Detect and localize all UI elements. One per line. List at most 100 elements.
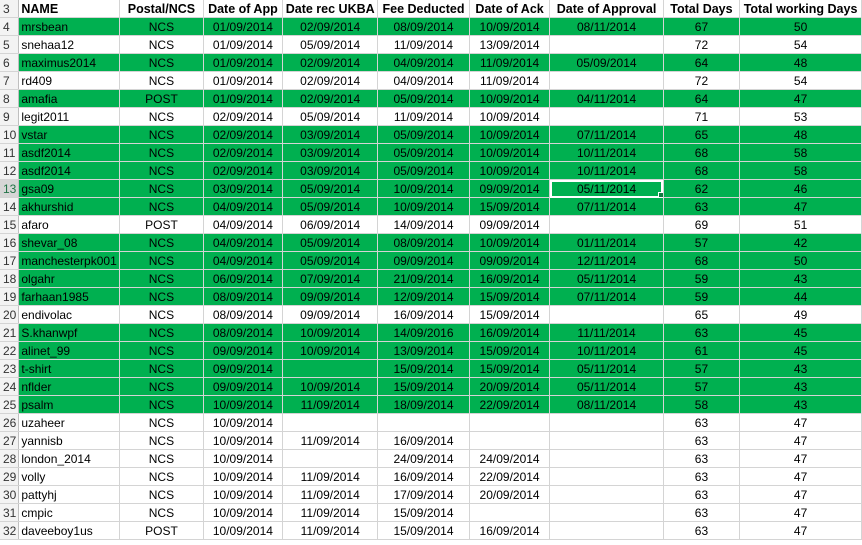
cell-date-of-approval[interactable]: 10/11/2014 [549, 341, 664, 360]
cell-postal[interactable]: NCS [119, 323, 204, 342]
cell-date-of-approval[interactable]: 07/11/2014 [549, 287, 664, 306]
cell-date-of-approval[interactable]: 05/11/2014 [549, 269, 664, 288]
cell-name[interactable]: alinet_99 [18, 341, 121, 360]
cell-date-of-approval[interactable] [549, 71, 664, 90]
cell-total-working-days[interactable]: 46 [739, 179, 862, 198]
cell-postal[interactable]: POST [119, 215, 204, 234]
cell-total-working-days[interactable]: 43 [739, 269, 862, 288]
cell-fee-deducted[interactable]: 15/09/2014 [377, 359, 470, 378]
cell-date-rec-ukba[interactable]: 05/09/2014 [282, 179, 379, 198]
cell-date-of-approval[interactable]: 10/11/2014 [549, 161, 664, 180]
cell-postal[interactable]: NCS [119, 413, 204, 432]
cell-total-days[interactable]: 63 [663, 503, 741, 522]
row-number[interactable]: 32 [0, 521, 20, 540]
cell-date-of-app[interactable]: 09/09/2014 [203, 377, 284, 396]
cell-total-days[interactable]: 68 [663, 161, 741, 180]
cell-date-rec-ukba[interactable]: 11/09/2014 [282, 485, 379, 504]
cell-total-working-days[interactable]: 54 [739, 71, 862, 90]
cell-fee-deducted[interactable]: 12/09/2014 [377, 287, 470, 306]
cell-name[interactable]: S.khanwpf [18, 323, 121, 342]
cell-name[interactable]: akhurshid [18, 197, 121, 216]
row-number[interactable]: 28 [0, 449, 20, 468]
cell-fee-deducted[interactable]: 14/09/2014 [377, 215, 470, 234]
column-header-date-of-ack[interactable]: Date of Ack [469, 0, 551, 18]
cell-date-of-app[interactable]: 04/09/2014 [203, 197, 284, 216]
row-number[interactable]: 13 [0, 179, 20, 198]
cell-date-of-ack[interactable]: 10/09/2014 [469, 17, 551, 36]
cell-name[interactable]: yannisb [18, 431, 121, 450]
cell-date-of-ack[interactable]: 15/09/2014 [469, 197, 551, 216]
row-number[interactable]: 26 [0, 413, 20, 432]
cell-date-of-ack[interactable]: 11/09/2014 [469, 53, 551, 72]
cell-total-days[interactable]: 59 [663, 269, 741, 288]
cell-name[interactable]: gsa09 [18, 179, 121, 198]
cell-date-of-app[interactable]: 04/09/2014 [203, 233, 284, 252]
cell-postal[interactable]: NCS [119, 107, 204, 126]
cell-date-of-approval[interactable]: 11/11/2014 [549, 323, 664, 342]
cell-date-of-ack[interactable]: 10/09/2014 [469, 125, 551, 144]
cell-postal[interactable]: NCS [119, 485, 204, 504]
cell-date-of-app[interactable]: 03/09/2014 [203, 179, 284, 198]
cell-date-of-ack[interactable] [469, 431, 551, 450]
cell-postal[interactable]: NCS [119, 341, 204, 360]
cell-date-of-ack[interactable] [469, 413, 551, 432]
row-number[interactable]: 6 [0, 53, 20, 72]
cell-total-working-days[interactable]: 47 [739, 89, 862, 108]
cell-postal[interactable]: NCS [119, 197, 204, 216]
cell-date-of-approval[interactable]: 07/11/2014 [549, 125, 664, 144]
column-header-total-days[interactable]: Total Days [663, 0, 741, 18]
cell-total-days[interactable]: 63 [663, 413, 741, 432]
cell-total-working-days[interactable]: 45 [739, 323, 862, 342]
active-cell[interactable]: 05/11/2014 [549, 179, 664, 198]
cell-date-of-app[interactable]: 04/09/2014 [203, 215, 284, 234]
cell-date-rec-ukba[interactable]: 05/09/2014 [282, 233, 379, 252]
row-number[interactable]: 29 [0, 467, 20, 486]
cell-date-of-ack[interactable]: 16/09/2014 [469, 269, 551, 288]
cell-date-rec-ukba[interactable]: 09/09/2014 [282, 305, 379, 324]
row-number[interactable]: 21 [0, 323, 20, 342]
cell-total-days[interactable]: 63 [663, 521, 741, 540]
cell-fee-deducted[interactable]: 16/09/2014 [377, 305, 470, 324]
cell-date-rec-ukba[interactable]: 05/09/2014 [282, 35, 379, 54]
cell-date-of-approval[interactable] [549, 521, 664, 540]
cell-postal[interactable]: NCS [119, 377, 204, 396]
cell-total-working-days[interactable]: 42 [739, 233, 862, 252]
cell-name[interactable]: uzaheer [18, 413, 121, 432]
cell-date-rec-ukba[interactable]: 10/09/2014 [282, 341, 379, 360]
cell-postal[interactable]: NCS [119, 17, 204, 36]
cell-fee-deducted[interactable]: 05/09/2014 [377, 161, 470, 180]
cell-date-of-approval[interactable]: 05/11/2014 [549, 377, 664, 396]
cell-date-of-app[interactable]: 02/09/2014 [203, 125, 284, 144]
cell-total-working-days[interactable]: 50 [739, 17, 862, 36]
cell-date-of-app[interactable]: 01/09/2014 [203, 71, 284, 90]
cell-total-working-days[interactable]: 54 [739, 35, 862, 54]
cell-total-working-days[interactable]: 53 [739, 107, 862, 126]
cell-name[interactable]: maximus2014 [18, 53, 121, 72]
cell-date-of-approval[interactable] [549, 215, 664, 234]
cell-total-working-days[interactable]: 45 [739, 341, 862, 360]
cell-fee-deducted[interactable]: 18/09/2014 [377, 395, 470, 414]
cell-total-days[interactable]: 62 [663, 179, 741, 198]
cell-postal[interactable]: NCS [119, 125, 204, 144]
cell-total-days[interactable]: 57 [663, 359, 741, 378]
cell-name[interactable]: pattyhj [18, 485, 121, 504]
cell-fee-deducted[interactable]: 05/09/2014 [377, 125, 470, 144]
cell-name[interactable]: london_2014 [18, 449, 121, 468]
row-number[interactable]: 24 [0, 377, 20, 396]
cell-date-of-app[interactable]: 01/09/2014 [203, 35, 284, 54]
cell-date-rec-ukba[interactable]: 05/09/2014 [282, 251, 379, 270]
cell-fee-deducted[interactable]: 16/09/2014 [377, 431, 470, 450]
cell-postal[interactable]: NCS [119, 269, 204, 288]
fill-handle[interactable] [657, 192, 663, 197]
cell-total-working-days[interactable]: 47 [739, 431, 862, 450]
cell-date-rec-ukba[interactable]: 10/09/2014 [282, 323, 379, 342]
cell-total-working-days[interactable]: 47 [739, 197, 862, 216]
row-number[interactable]: 30 [0, 485, 20, 504]
cell-date-rec-ukba[interactable]: 11/09/2014 [282, 431, 379, 450]
cell-postal[interactable]: NCS [119, 161, 204, 180]
cell-date-of-ack[interactable]: 16/09/2014 [469, 323, 551, 342]
cell-postal[interactable]: NCS [119, 467, 204, 486]
cell-date-rec-ukba[interactable] [282, 449, 379, 468]
cell-date-of-approval[interactable]: 07/11/2014 [549, 197, 664, 216]
row-number[interactable]: 4 [0, 17, 20, 36]
